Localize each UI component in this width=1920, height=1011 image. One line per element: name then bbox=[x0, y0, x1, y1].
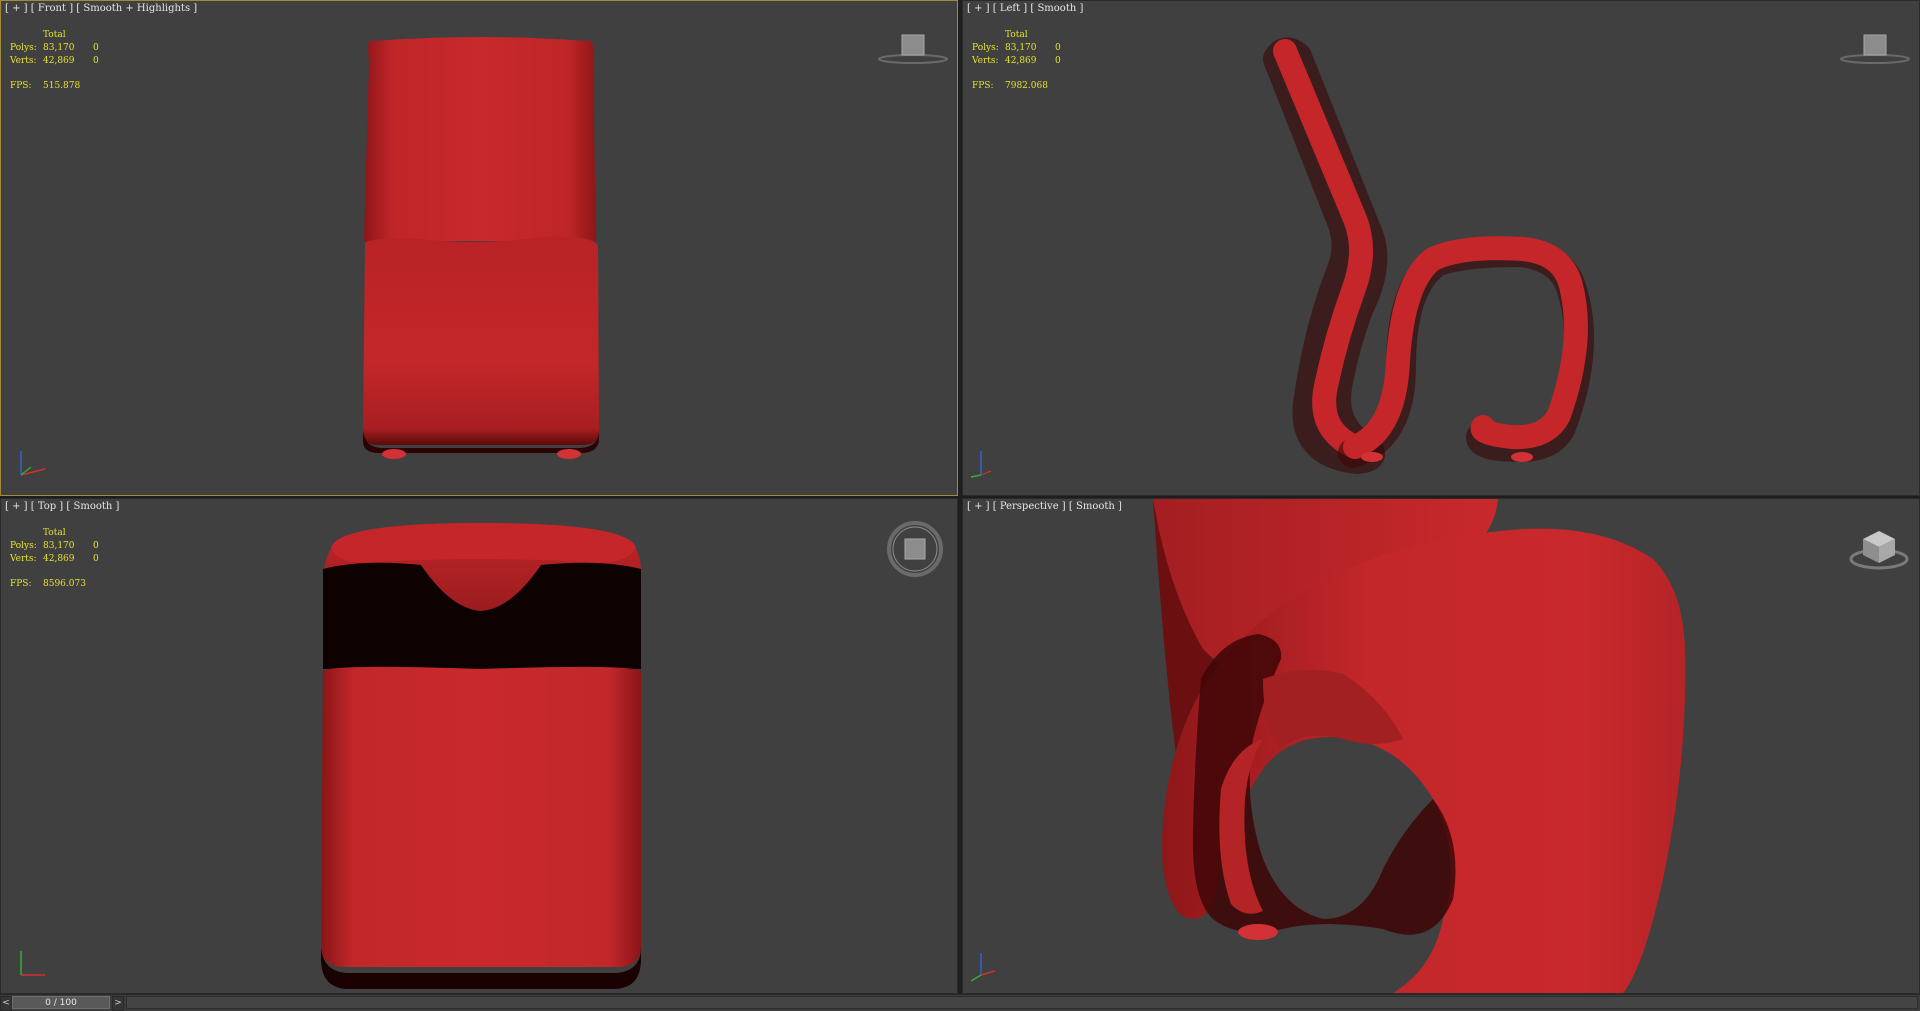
stats-total-label: Total bbox=[1005, 30, 1028, 40]
stats-verts-label: Verts: bbox=[10, 56, 37, 66]
time-slider-prev-button[interactable]: < bbox=[0, 996, 12, 1011]
viewport-view-menu[interactable]: [ Front ] bbox=[31, 3, 73, 14]
stats-fps-label: FPS: bbox=[10, 579, 32, 589]
viewport-front[interactable]: [ + ] [ Front ] [ Smooth + Highlights ] … bbox=[0, 0, 958, 496]
viewport-statistics: Total Polys: 83,170 0 Verts: 42,869 0 FP… bbox=[972, 29, 1061, 93]
viewport-shading-menu[interactable]: [ Smooth + Highlights ] bbox=[76, 3, 197, 14]
stats-polys-value: 83,170 bbox=[43, 541, 75, 551]
viewport-left[interactable]: [ + ] [ Left ] [ Smooth ] Total Polys: 8… bbox=[962, 0, 1920, 496]
viewport-shading-menu[interactable]: [ Smooth ] bbox=[1069, 501, 1122, 512]
viewport-shading-menu[interactable]: [ Smooth ] bbox=[1030, 3, 1083, 14]
stats-verts-selected: 0 bbox=[1055, 56, 1061, 66]
axis-tripod-icon bbox=[20, 451, 46, 476]
viewcube-perspective-icon[interactable] bbox=[1847, 525, 1911, 575]
viewport-label: [ + ] [ Top ] [ Smooth ] bbox=[5, 501, 119, 512]
stats-fps-value: 8596.073 bbox=[43, 579, 86, 589]
viewcube-front-icon[interactable] bbox=[875, 31, 949, 67]
viewport-view-menu[interactable]: [ Perspective ] bbox=[993, 501, 1066, 512]
stats-polys-selected: 0 bbox=[93, 541, 99, 551]
stats-verts-label: Verts: bbox=[972, 56, 999, 66]
stats-verts-selected: 0 bbox=[93, 554, 99, 564]
viewport-label: [ + ] [ Perspective ] [ Smooth ] bbox=[967, 501, 1122, 512]
viewport-perspective[interactable]: [ + ] [ Perspective ] [ Smooth ] bbox=[962, 498, 1920, 994]
stats-verts-value: 42,869 bbox=[43, 554, 75, 564]
stats-polys-label: Polys: bbox=[10, 541, 37, 551]
viewport-plus-menu[interactable]: [ + ] bbox=[5, 501, 28, 512]
viewport-view-menu[interactable]: [ Top ] bbox=[31, 501, 63, 512]
stats-polys-value: 83,170 bbox=[1005, 43, 1037, 53]
stats-total-label: Total bbox=[43, 30, 66, 40]
stats-polys-label: Polys: bbox=[972, 43, 999, 53]
time-slider-bar: < 0 / 100 > bbox=[0, 994, 1920, 1011]
axis-tripod-icon bbox=[970, 953, 996, 982]
stats-verts-value: 42,869 bbox=[1005, 56, 1037, 66]
stats-polys-value: 83,170 bbox=[43, 43, 75, 53]
viewport-statistics: Total Polys: 83,170 0 Verts: 42,869 0 FP… bbox=[10, 527, 99, 591]
axis-tripod-icon bbox=[20, 951, 45, 976]
stats-verts-label: Verts: bbox=[10, 554, 37, 564]
chair-model-left[interactable] bbox=[963, 1, 1919, 495]
stats-verts-selected: 0 bbox=[93, 56, 99, 66]
viewcube-left-icon[interactable] bbox=[1837, 31, 1911, 67]
viewcube-top-icon[interactable] bbox=[885, 519, 945, 579]
stats-fps-label: FPS: bbox=[10, 81, 32, 91]
stats-verts-value: 42,869 bbox=[43, 56, 75, 66]
stats-polys-label: Polys: bbox=[10, 43, 37, 53]
viewport-plus-menu[interactable]: [ + ] bbox=[5, 3, 28, 14]
stats-total-label: Total bbox=[43, 528, 66, 538]
viewport-shading-menu[interactable]: [ Smooth ] bbox=[66, 501, 119, 512]
chair-model-perspective[interactable] bbox=[963, 499, 1919, 993]
time-slider-track[interactable] bbox=[126, 996, 1918, 1009]
chair-model-front[interactable] bbox=[1, 1, 957, 495]
viewport-plus-menu[interactable]: [ + ] bbox=[967, 501, 990, 512]
time-slider-next-button[interactable]: > bbox=[112, 996, 124, 1011]
stats-fps-value: 515.878 bbox=[43, 81, 81, 91]
axis-tripod-icon bbox=[970, 451, 992, 478]
viewport-label: [ + ] [ Left ] [ Smooth ] bbox=[967, 3, 1083, 14]
stats-fps-value: 7982.068 bbox=[1005, 81, 1048, 91]
viewport-plus-menu[interactable]: [ + ] bbox=[967, 3, 990, 14]
chair-model-top[interactable] bbox=[1, 499, 957, 993]
viewport-top[interactable]: [ + ] [ Top ] [ Smooth ] Total Polys: 83… bbox=[0, 498, 958, 994]
stats-fps-label: FPS: bbox=[972, 81, 994, 91]
stats-polys-selected: 0 bbox=[1055, 43, 1061, 53]
time-slider-thumb[interactable]: 0 / 100 bbox=[12, 996, 110, 1009]
viewport-view-menu[interactable]: [ Left ] bbox=[993, 3, 1027, 14]
stats-polys-selected: 0 bbox=[93, 43, 99, 53]
viewport-statistics: Total Polys: 83,170 0 Verts: 42,869 0 FP… bbox=[10, 29, 99, 93]
viewport-label: [ + ] [ Front ] [ Smooth + Highlights ] bbox=[5, 3, 197, 14]
